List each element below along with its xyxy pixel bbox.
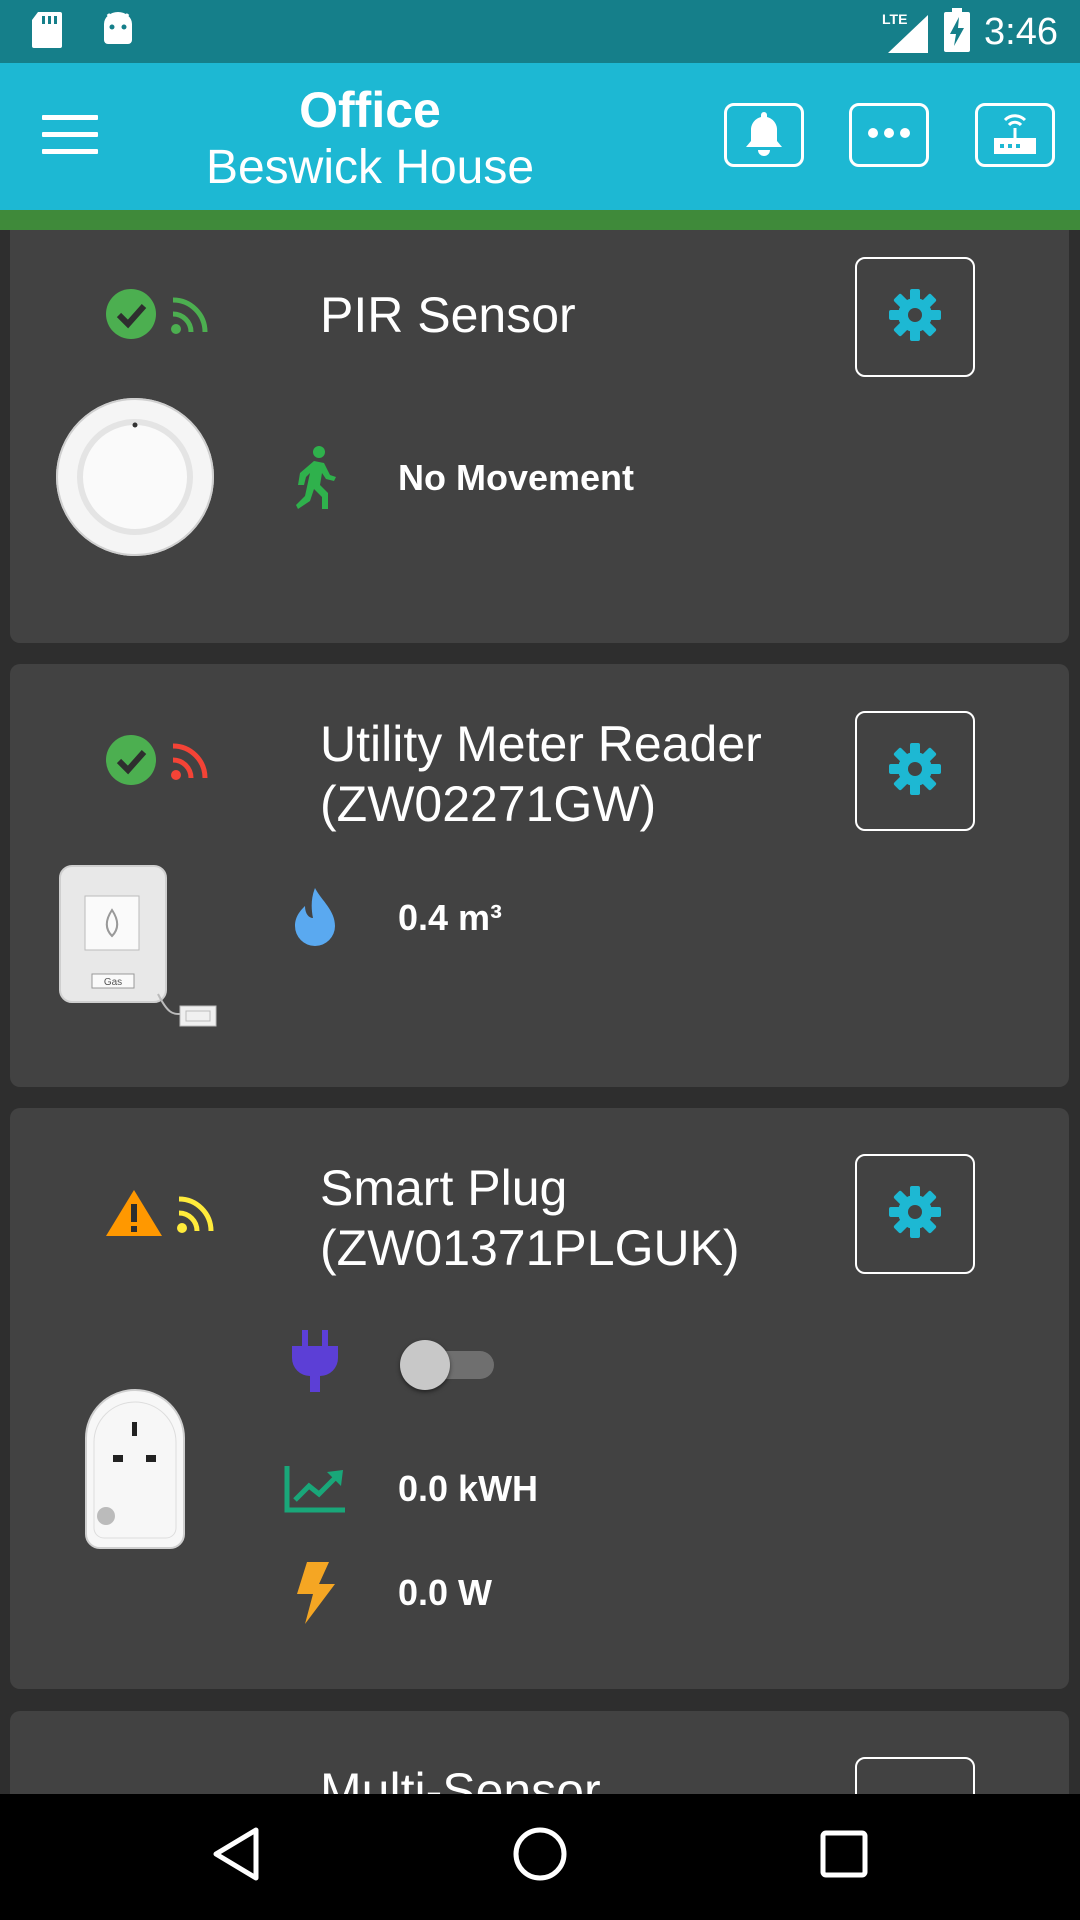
bell-icon: [742, 108, 786, 163]
reading-value: 0.0 kWH: [398, 1468, 539, 1509]
header-accent-bar: [0, 210, 1080, 230]
reading-value: No Movement: [398, 457, 635, 498]
device-status: [105, 288, 213, 345]
notifications-button[interactable]: [724, 103, 804, 167]
warning-icon: [105, 1188, 163, 1243]
reading-value: 0.0 W: [398, 1572, 493, 1613]
recents-square-icon: [819, 1829, 869, 1884]
device-list[interactable]: PIR Sensor No Movement Utility Meter Rea…: [0, 230, 1080, 1794]
device-model: (ZW02271GW): [320, 776, 657, 832]
battery-charging-icon: [944, 8, 971, 57]
system-nav-bar: [0, 1794, 1080, 1920]
signal-icon: [169, 292, 213, 341]
signal-icon: [169, 738, 213, 787]
app-bar: Office Beswick House: [0, 63, 1080, 210]
device-settings-button[interactable]: [855, 257, 975, 377]
reading-row: No Movement: [280, 445, 634, 511]
home-button[interactable]: [508, 1824, 572, 1888]
header-titles: Office Beswick House: [150, 81, 590, 197]
reading-row-power-switch: [280, 1328, 500, 1394]
sd-card-icon: [30, 10, 64, 55]
status-bar: LTE 3:46: [0, 0, 1080, 63]
menu-button[interactable]: [42, 115, 98, 159]
power-toggle[interactable]: [400, 1335, 500, 1390]
hub-button[interactable]: [975, 103, 1055, 167]
recents-button[interactable]: [812, 1824, 876, 1888]
device-card-multi-sensor[interactable]: Multi-Sensor: [10, 1711, 1069, 1794]
page-title: Office: [299, 82, 441, 138]
signal-icon: [175, 1191, 219, 1240]
back-button[interactable]: [203, 1824, 267, 1888]
reading-row: 0.4 m³: [280, 886, 502, 950]
gas-meter-image: Gas: [58, 864, 218, 1039]
device-name-line1: Smart Plug: [320, 1160, 568, 1216]
check-circle-icon: [105, 734, 157, 791]
device-status: [105, 734, 213, 791]
device-name-line1: Utility Meter Reader: [320, 716, 762, 772]
device-settings-button[interactable]: [855, 1154, 975, 1274]
device-name: PIR Sensor: [320, 287, 576, 343]
device-settings-button[interactable]: [855, 1757, 975, 1794]
reading-value: 0.4 m³: [398, 897, 503, 938]
lightning-icon: [280, 1560, 350, 1626]
home-circle-icon: [512, 1826, 568, 1887]
walking-person-icon: [280, 445, 350, 511]
device-name: Multi-Sensor: [320, 1763, 601, 1794]
gear-icon: [887, 1184, 943, 1245]
gear-icon: [887, 287, 943, 348]
page-subtitle: Beswick House: [205, 141, 535, 194]
plug-icon: [280, 1328, 350, 1394]
router-icon: [990, 108, 1040, 163]
gear-icon: [887, 741, 943, 802]
device-settings-button[interactable]: [855, 711, 975, 831]
device-card-pir-sensor[interactable]: PIR Sensor No Movement: [10, 230, 1069, 643]
device-card-utility-meter[interactable]: Utility Meter Reader (ZW02271GW) Gas 0.4…: [10, 664, 1069, 1087]
more-button[interactable]: [849, 103, 929, 167]
lte-signal-icon: LTE: [882, 11, 930, 55]
pir-sensor-image: [55, 397, 215, 562]
reading-row-energy: 0.0 kWH: [280, 1464, 538, 1514]
device-name: Utility Meter Reader (ZW02271GW): [320, 714, 762, 834]
gas-label: Gas: [104, 977, 122, 988]
trending-up-icon: [280, 1464, 350, 1514]
back-triangle-icon: [210, 1826, 260, 1887]
check-circle-icon: [105, 288, 157, 345]
device-status: [105, 1188, 219, 1243]
smart-plug-image: [80, 1388, 190, 1555]
device-model: (ZW01371PLGUK): [320, 1220, 740, 1276]
more-icon: [867, 126, 911, 144]
reading-row-power: 0.0 W: [280, 1560, 492, 1626]
android-icon: [100, 10, 136, 55]
clock: 3:46: [984, 11, 1058, 53]
device-name: Smart Plug (ZW01371PLGUK): [320, 1158, 740, 1278]
device-card-smart-plug[interactable]: Smart Plug (ZW01371PLGUK) 0.0 kWH 0.0 W: [10, 1108, 1069, 1689]
flame-icon: [280, 886, 350, 950]
